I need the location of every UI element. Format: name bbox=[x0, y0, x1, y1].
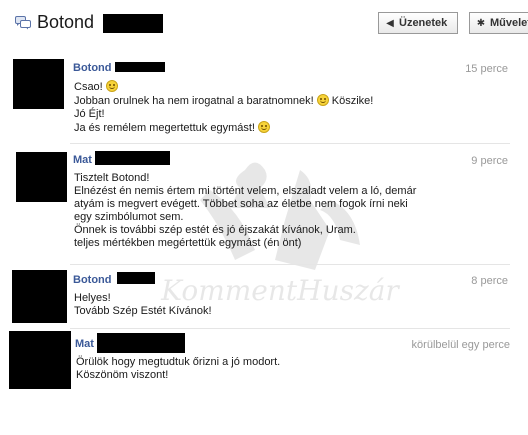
redacted-surname bbox=[115, 62, 165, 72]
message-timestamp: 15 perce bbox=[465, 63, 508, 75]
back-to-messages-button[interactable]: ◀ Üzenetek bbox=[378, 12, 458, 34]
message-line: Önnek is további szép estét és jó éjszak… bbox=[74, 224, 356, 236]
message-line: Köszönöm viszont! bbox=[76, 369, 169, 381]
smiley-icon bbox=[316, 94, 329, 106]
message-line: Örülök hogy megtudtuk őrizni a jó modort… bbox=[76, 356, 281, 368]
sender-name[interactable]: Mat bbox=[75, 338, 94, 350]
redacted-surname bbox=[103, 14, 163, 33]
message-line: Csao! bbox=[74, 80, 373, 94]
message-body: Csao! Jobban orulnek ha nem irogatnal a … bbox=[74, 80, 373, 135]
divider bbox=[70, 143, 510, 144]
message-line: teljes mértékben megértettük egymást (én… bbox=[74, 237, 302, 249]
divider bbox=[70, 264, 510, 265]
avatar[interactable] bbox=[9, 331, 71, 389]
message-body: Helyes! Tovább Szép Estét Kívánok! bbox=[74, 292, 212, 318]
back-to-messages-label: Üzenetek bbox=[399, 17, 448, 29]
message-line: Jó Éjt! bbox=[74, 108, 105, 120]
redacted-surname bbox=[117, 272, 155, 284]
redacted-surname bbox=[97, 333, 185, 353]
sender-name[interactable]: Botond bbox=[73, 62, 111, 74]
message-line: Elnézést én nemis értem mi történt velem… bbox=[74, 185, 417, 197]
avatar[interactable] bbox=[12, 270, 67, 323]
message-line: Tovább Szép Estét Kívánok! bbox=[74, 305, 212, 317]
chat-bubbles-icon bbox=[15, 16, 31, 30]
message-timestamp: 8 perce bbox=[471, 275, 508, 287]
actions-button[interactable]: ✱ Művelet bbox=[469, 12, 528, 34]
conversation-header: Botond ◀ Üzenetek ✱ Művelet bbox=[0, 0, 528, 44]
actions-label: Művelet bbox=[490, 17, 528, 29]
gear-icon: ✱ bbox=[476, 17, 486, 29]
chevron-left-icon: ◀ bbox=[386, 17, 394, 29]
message-item: Mat 9 perce Tisztelt Botond! Elnézést én… bbox=[0, 148, 528, 266]
avatar[interactable] bbox=[16, 152, 67, 202]
page-title: Botond bbox=[37, 12, 95, 32]
smiley-icon bbox=[105, 80, 118, 92]
redacted-surname bbox=[95, 151, 170, 165]
message-thread: Botond 15 perce Csao! Jobban orulnek ha … bbox=[0, 50, 528, 435]
message-body: Tisztelt Botond! Elnézést én nemis értem… bbox=[74, 172, 416, 250]
message-body: Örülök hogy megtudtuk őrizni a jó modort… bbox=[76, 356, 280, 382]
message-item: Mat körülbelül egy perce Örülök hogy meg… bbox=[0, 328, 528, 398]
message-line: Jobban orulnek ha nem irogatnal a baratn… bbox=[74, 94, 374, 107]
sender-name[interactable]: Mat bbox=[73, 154, 92, 166]
message-line: Tisztelt Botond! bbox=[74, 172, 150, 184]
avatar[interactable] bbox=[13, 59, 64, 109]
message-item: Botond 8 perce Helyes! Tovább Szép Estét… bbox=[0, 266, 528, 329]
message-item: Botond 15 perce Csao! Jobban orulnek ha … bbox=[0, 50, 528, 145]
message-line: Ja és remélem megertettuk egymást! bbox=[74, 121, 373, 135]
sender-name[interactable]: Botond bbox=[73, 274, 111, 286]
message-line: atyám is megvert evégett. Többet soha az… bbox=[74, 198, 408, 210]
message-timestamp: 9 perce bbox=[471, 155, 508, 167]
message-line: Helyes! bbox=[74, 292, 111, 304]
message-timestamp: körülbelül egy perce bbox=[411, 339, 510, 351]
smiley-icon bbox=[257, 121, 270, 133]
message-line: egy szimbólumot sem. bbox=[74, 211, 184, 223]
